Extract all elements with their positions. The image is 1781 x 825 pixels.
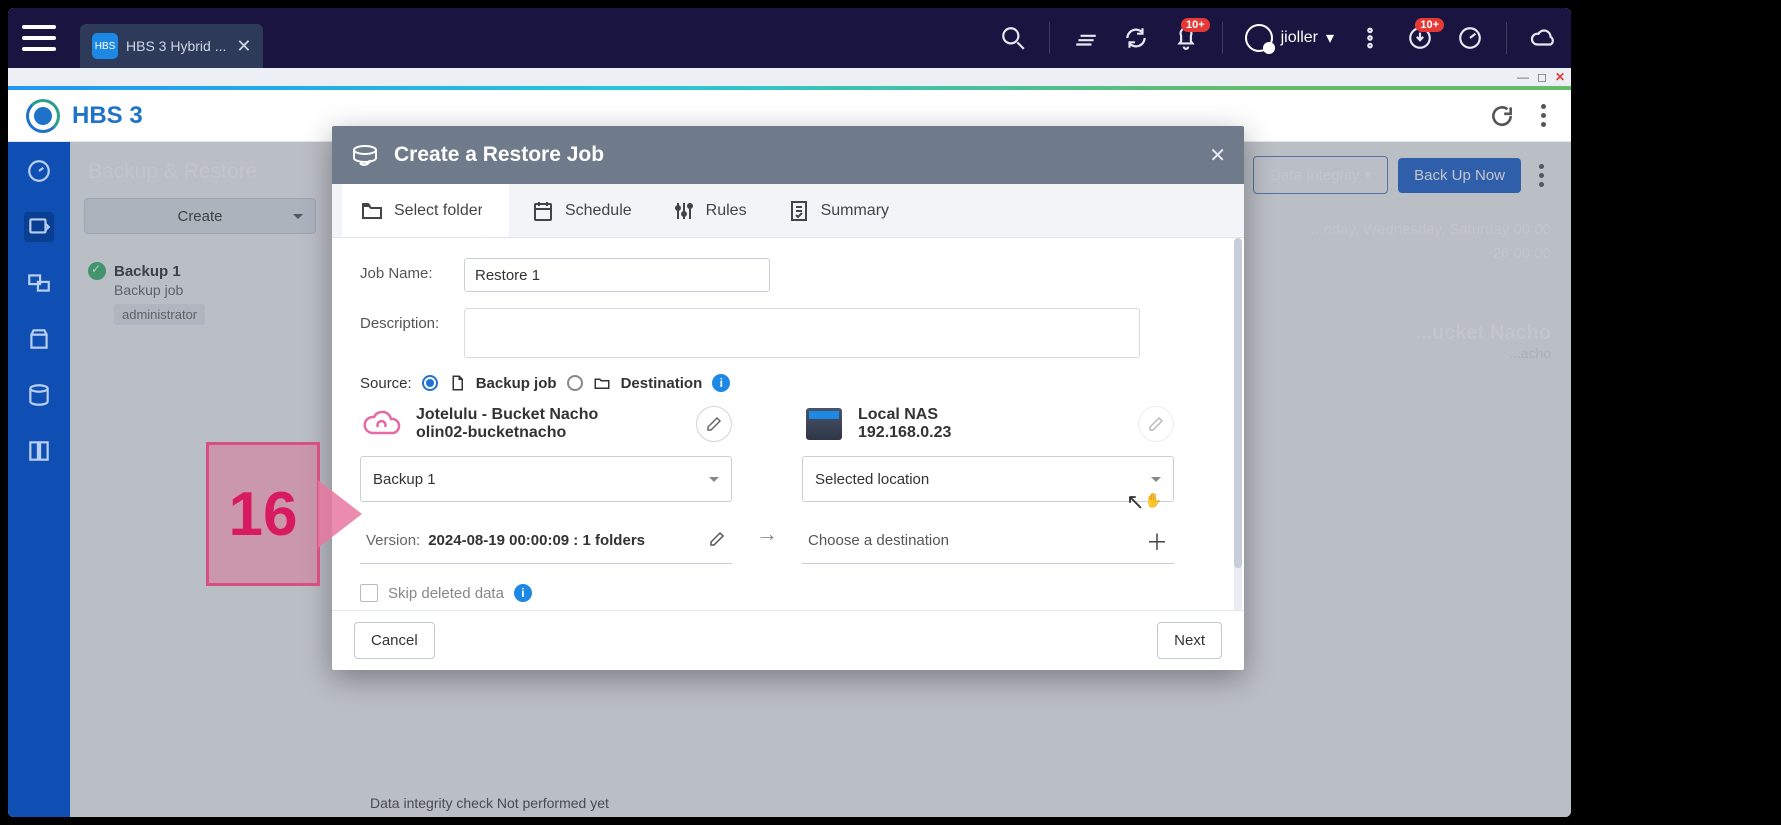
description-input[interactable] — [464, 308, 1140, 358]
restore-job-modal: Create a Restore Job ✕ Select folders Sc… — [332, 126, 1244, 670]
menu-icon[interactable] — [22, 25, 56, 51]
src-path: olin02-bucketnacho — [416, 424, 598, 442]
file-icon — [448, 374, 466, 392]
source-label: Source: — [360, 375, 412, 392]
app-icon: HBS — [92, 33, 118, 59]
step-schedule[interactable]: Schedule — [513, 184, 650, 237]
avatar-icon — [1245, 24, 1273, 52]
username: jioller — [1281, 29, 1318, 47]
app-name: HBS 3 — [72, 102, 143, 130]
folder-icon — [593, 374, 611, 392]
radio-backup-job[interactable] — [422, 375, 438, 391]
step-callout: 16 — [206, 442, 396, 586]
refresh-icon[interactable] — [1489, 103, 1515, 129]
dst-ip: 192.168.0.23 — [858, 424, 951, 442]
download-icon[interactable]: 10+ — [1406, 24, 1434, 52]
nav-backup[interactable] — [24, 212, 54, 242]
info-icon-2[interactable]: i — [514, 584, 532, 602]
info-icon[interactable]: i — [712, 374, 730, 392]
choose-destination-label: Choose a destination — [808, 532, 949, 549]
maximize-button[interactable]: ◻ — [1537, 70, 1547, 84]
edit-dest-button — [1138, 406, 1174, 442]
add-destination-icon[interactable]: ＋ — [1146, 525, 1168, 557]
cursor-icon: ↖✋ — [1126, 489, 1162, 515]
skip-deleted-checkbox[interactable] — [360, 584, 378, 602]
dashboard-icon[interactable] — [1456, 24, 1484, 52]
notification-badge: 10+ — [1181, 18, 1210, 32]
callout-number: 16 — [229, 479, 298, 550]
more-icon[interactable] — [1356, 24, 1384, 52]
nav-jobs[interactable] — [24, 324, 54, 354]
scrollbar-thumb[interactable] — [1234, 238, 1242, 568]
close-icon[interactable]: ✕ — [236, 36, 251, 57]
chevron-down-icon: ▾ — [1326, 28, 1334, 48]
description-label: Description: — [360, 308, 464, 332]
destination-label: Destination — [621, 375, 703, 392]
close-button[interactable]: ✕ — [1555, 70, 1565, 84]
cloud-provider-icon — [360, 407, 404, 441]
step-summary[interactable]: Summary — [769, 184, 907, 237]
restore-icon — [350, 143, 380, 167]
sync-icon[interactable] — [1122, 24, 1150, 52]
minimize-button[interactable]: — — [1517, 70, 1529, 84]
user-menu[interactable]: jioller ▾ — [1245, 24, 1334, 52]
cancel-button[interactable]: Cancel — [354, 622, 435, 659]
callout-arrow-icon — [318, 480, 396, 548]
tab-title: HBS 3 Hybrid ... — [126, 38, 226, 54]
backupjob-label: Backup job — [476, 375, 557, 392]
browse-icon[interactable] — [1072, 24, 1100, 52]
backup-select[interactable]: Backup 1 — [360, 456, 732, 502]
location-select[interactable]: Selected location — [802, 456, 1174, 502]
modal-title: Create a Restore Job — [394, 143, 604, 167]
step-select-folders[interactable]: Select folders — [342, 184, 509, 237]
edit-version-icon[interactable] — [708, 530, 726, 552]
browser-tab[interactable]: HBS HBS 3 Hybrid ... ✕ — [80, 24, 263, 68]
kebab-menu[interactable] — [1533, 104, 1553, 127]
bell-icon[interactable]: 10+ — [1172, 24, 1200, 52]
arrow-icon: → — [756, 521, 778, 547]
download-badge: 10+ — [1415, 18, 1444, 32]
edit-source-button[interactable] — [696, 406, 732, 442]
app-logo — [26, 99, 60, 133]
nav-overview[interactable] — [24, 156, 54, 186]
cloud-icon[interactable] — [1529, 24, 1557, 52]
nav-logs[interactable] — [24, 436, 54, 466]
nas-icon — [802, 407, 846, 441]
modal-close-icon[interactable]: ✕ — [1209, 143, 1226, 168]
jobname-input[interactable] — [464, 258, 770, 292]
next-button[interactable]: Next — [1157, 622, 1222, 659]
search-icon[interactable] — [999, 24, 1027, 52]
nav-sync[interactable] — [24, 268, 54, 298]
jobname-label: Job Name: — [360, 258, 464, 282]
version-value: 2024-08-19 00:00:09 : 1 folders — [428, 532, 645, 549]
src-name: Jotelulu - Bucket Nacho — [416, 406, 598, 424]
nav-storage[interactable] — [24, 380, 54, 410]
skip-deleted-label: Skip deleted data — [388, 585, 504, 602]
dst-name: Local NAS — [858, 406, 951, 424]
radio-destination[interactable] — [567, 375, 583, 391]
step-rules[interactable]: Rules — [654, 184, 765, 237]
